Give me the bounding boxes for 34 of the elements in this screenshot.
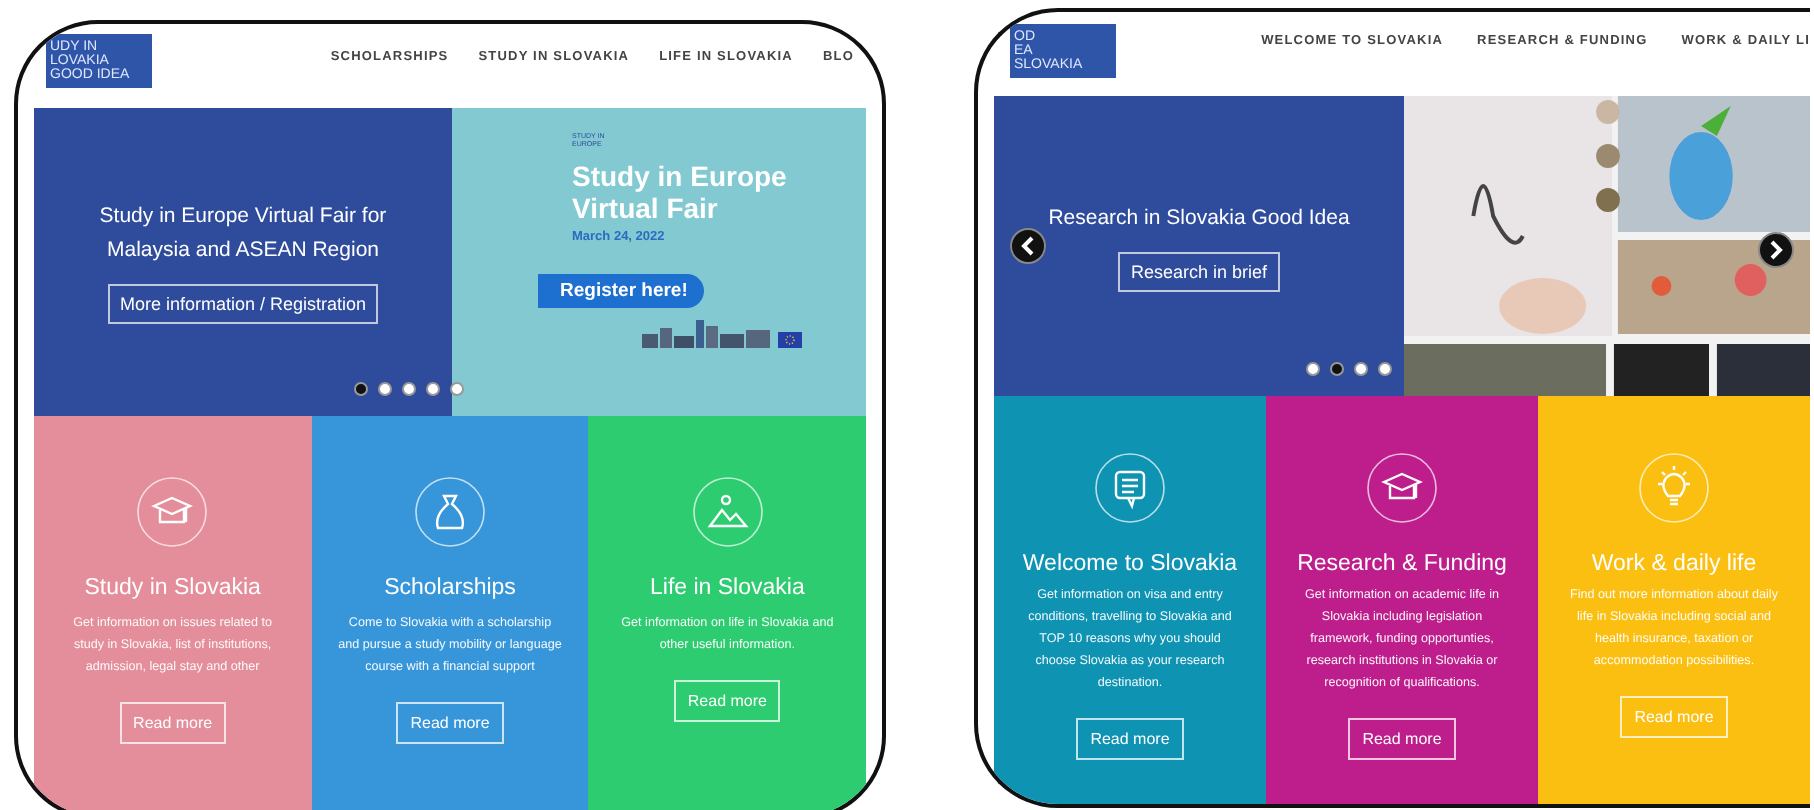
slide-dot[interactable] xyxy=(426,382,440,396)
card-icon xyxy=(414,476,486,548)
slide-dot[interactable] xyxy=(1306,362,1320,376)
read-more-button[interactable]: Read more xyxy=(1076,718,1184,760)
hero-button[interactable]: Research in brief xyxy=(1118,251,1280,291)
hero-button[interactable]: More information / Registration xyxy=(107,284,379,324)
card-title: Scholarships xyxy=(384,576,516,600)
hero-text: Study in Europe Virtual Fair for Malaysia and ASEAN Region xyxy=(97,202,389,266)
slide-dot[interactable] xyxy=(450,382,464,396)
slide-dot[interactable] xyxy=(378,382,392,396)
read-more-button[interactable]: Read more xyxy=(1348,718,1456,760)
slide-dot[interactable] xyxy=(402,382,416,396)
skyline-drawing xyxy=(642,316,770,348)
banner-title: Study in Europe Virtual Fair xyxy=(572,160,789,224)
card-title: Life in Slovakia xyxy=(650,576,805,600)
flag-icon xyxy=(778,332,802,348)
slide-dot[interactable] xyxy=(1354,362,1368,376)
card-icon xyxy=(136,476,209,548)
previous-slide-button[interactable] xyxy=(1010,228,1046,264)
hero-text: Research in Slovakia Good Idea xyxy=(1046,203,1352,233)
card-icon xyxy=(1638,452,1710,524)
card-icon xyxy=(691,476,764,548)
register-button[interactable]: Register here! xyxy=(538,274,704,308)
slide-dot[interactable] xyxy=(354,382,368,396)
slide-dot[interactable] xyxy=(1378,362,1392,376)
card-icon xyxy=(1094,452,1166,524)
card-icon xyxy=(1366,452,1438,524)
card-title: Study in Slovakia xyxy=(84,576,261,600)
card-title: Work & daily life xyxy=(1591,552,1757,576)
chevron-left-icon xyxy=(1020,236,1036,256)
chevron-right-icon xyxy=(1768,240,1784,260)
card-title: Research & Funding xyxy=(1297,552,1507,576)
slide-dot[interactable] xyxy=(1330,362,1344,376)
card-title: Welcome to Slovakia xyxy=(1022,552,1238,576)
